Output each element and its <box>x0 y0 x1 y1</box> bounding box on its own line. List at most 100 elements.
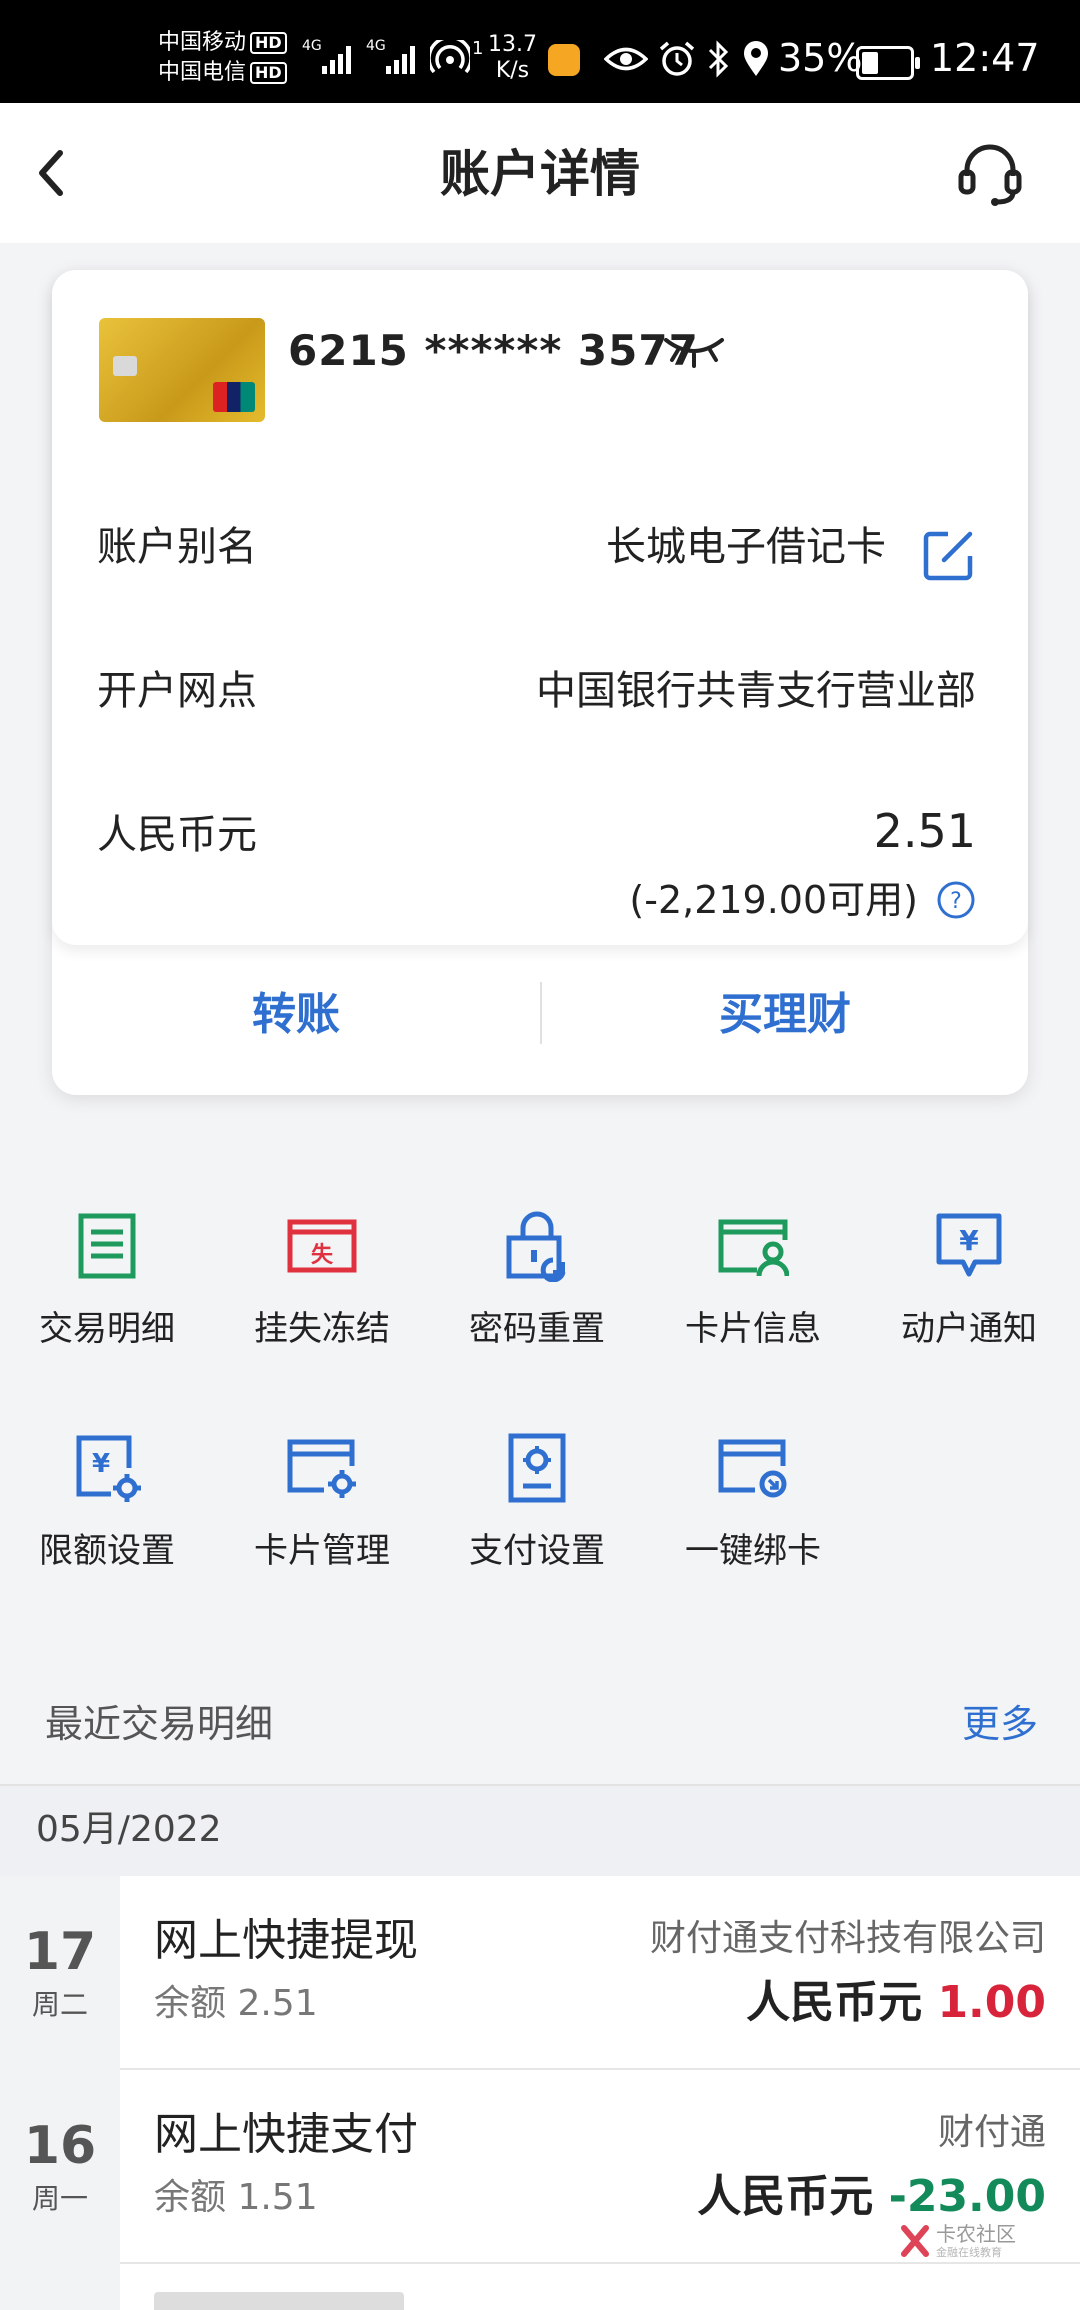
lock-reset-icon <box>506 1211 566 1282</box>
amount-value: 1.00 <box>937 1977 1046 2028</box>
service-password-reset[interactable]: 密码重置 <box>452 1210 622 1370</box>
bluetooth-icon <box>708 40 729 78</box>
yuan-notify-icon: ¥ <box>936 1213 1002 1277</box>
service-label: 卡片信息 <box>685 1309 821 1349</box>
currency-label: 人民币元 <box>97 812 257 858</box>
service-label: 卡片管理 <box>254 1531 390 1571</box>
service-label: 密码重置 <box>469 1309 605 1349</box>
amount-currency: 人民币元 <box>746 1977 923 2028</box>
signal-icon <box>386 38 422 74</box>
transaction-name: 网上快捷提现 <box>154 1915 418 1966</box>
service-account-notify[interactable]: ¥ 动户通知 <box>884 1210 1054 1370</box>
transaction-day: 16 <box>23 2116 97 2176</box>
svg-text:¥: ¥ <box>959 1224 979 1257</box>
battery-percent: 35% <box>778 36 863 80</box>
more-link[interactable]: 更多 <box>962 1700 1038 1748</box>
service-label: 限额设置 <box>39 1531 175 1571</box>
network-type-2: 4G <box>366 38 386 54</box>
account-info-panel: 6215 ****** 3577 账户别名 长城电子借记卡 开户网点 中国银行共… <box>52 270 1028 945</box>
watermark-subtext: 金融在线教育 <box>936 2246 1002 2259</box>
carrier-1: 中国移动 <box>158 30 247 55</box>
card-bind-icon <box>718 1439 787 1498</box>
hotspot-icon <box>430 40 470 74</box>
service-label: 一键绑卡 <box>685 1531 821 1571</box>
transaction-amount: 人民币元 -23.00 <box>697 2170 1046 2224</box>
transaction-counterparty: 财付通支付科技有限公司 <box>649 1918 1046 1959</box>
battery-icon <box>856 46 920 80</box>
buy-wealth-button[interactable]: 买理财 <box>542 960 1028 1070</box>
card-number: 6215 ****** 3577 <box>288 326 699 375</box>
hd-badge: HD <box>250 62 287 84</box>
card-chip <box>113 356 137 376</box>
transfer-button[interactable]: 转账 <box>52 960 540 1070</box>
service-transaction-details[interactable]: 交易明细 <box>22 1210 192 1370</box>
network-speed: 13.7 K/s <box>488 32 537 84</box>
eye-closed-icon[interactable] <box>662 332 726 368</box>
edit-icon[interactable] <box>922 528 976 582</box>
service-card-info[interactable]: 卡片信息 <box>668 1210 838 1370</box>
help-icon[interactable]: ? <box>936 880 976 920</box>
clock: 12:47 <box>930 36 1040 80</box>
customer-service-icon[interactable] <box>955 138 1025 208</box>
svg-text:失: 失 <box>311 1243 334 1268</box>
location-icon <box>744 41 768 76</box>
service-label: 交易明细 <box>39 1309 175 1349</box>
eye-comfort-icon <box>604 47 648 71</box>
hotspot-count: 1 <box>472 38 484 59</box>
transaction-row[interactable]: 17 周二 网上快捷提现 余额 2.51 财付通支付科技有限公司 人民币元 1.… <box>0 1876 1080 2070</box>
branch-label: 开户网点 <box>97 668 257 714</box>
transaction-name: 网上快捷支付 <box>154 2109 418 2160</box>
alarm-icon <box>659 41 695 76</box>
pay-settings-icon <box>508 1433 566 1503</box>
transaction-weekday: 周二 <box>31 1988 88 2021</box>
partial-transaction-row <box>154 2286 414 2310</box>
bank-card-image <box>99 318 265 422</box>
speed-value: 13.7 <box>488 32 537 57</box>
service-label: 动户通知 <box>901 1309 1037 1349</box>
status-bar: 中国移动 HD 中国电信 HD 4G 4G 1 13.7 K/s 35% 12:47 <box>0 0 1080 103</box>
list-icon <box>78 1213 136 1279</box>
service-label: 支付设置 <box>469 1531 605 1571</box>
speed-unit: K/s <box>495 58 530 83</box>
app-notification-icon <box>548 44 580 76</box>
alias-label: 账户别名 <box>97 524 257 570</box>
service-report-loss[interactable]: 失 挂失冻结 <box>237 1210 407 1370</box>
watermark-logo: 卡农社区 金融在线教育 <box>900 2218 1020 2268</box>
unionpay-logo <box>213 382 255 412</box>
watermark-text: 卡农社区 <box>936 2222 1016 2246</box>
signal-icon <box>322 38 358 74</box>
lost-card-icon: 失 <box>287 1219 357 1273</box>
card-gear-icon <box>287 1439 356 1498</box>
transaction-amount: 人民币元 1.00 <box>746 1976 1046 2030</box>
hd-badge: HD <box>250 32 287 54</box>
amount-currency: 人民币元 <box>697 2171 874 2222</box>
card-user-icon <box>718 1219 789 1277</box>
available-balance: (-2,219.00可用) <box>629 878 918 922</box>
watermark-icon <box>901 2225 929 2257</box>
service-payment-settings[interactable]: 支付设置 <box>452 1432 622 1592</box>
service-limit-settings[interactable]: ¥ 限额设置 <box>22 1432 192 1592</box>
svg-text:?: ? <box>950 889 962 914</box>
app-header: 账户详情 <box>0 103 1080 243</box>
balance-value: 2.51 <box>873 804 976 858</box>
service-label: 挂失冻结 <box>254 1309 390 1349</box>
carrier-2: 中国电信 <box>158 60 247 85</box>
service-card-management[interactable]: 卡片管理 <box>237 1432 407 1592</box>
transaction-balance: 余额 2.51 <box>154 1983 318 2024</box>
transaction-day: 17 <box>23 1922 97 1982</box>
branch-value: 中国银行共青支行营业部 <box>536 668 976 714</box>
network-type-1: 4G <box>302 38 322 54</box>
carrier-info: 中国移动 HD 中国电信 HD <box>158 28 287 88</box>
account-card: 6215 ****** 3577 账户别名 长城电子借记卡 开户网点 中国银行共… <box>52 270 1028 1095</box>
svg-text:¥: ¥ <box>92 1449 110 1479</box>
page-title: 账户详情 <box>440 145 640 203</box>
alias-value: 长城电子借记卡 <box>606 524 886 570</box>
recent-transactions-title: 最近交易明细 <box>45 1702 274 1746</box>
month-label: 05月/2022 <box>36 1809 222 1850</box>
transaction-balance: 余额 1.51 <box>154 2177 318 2218</box>
month-header: 05月/2022 <box>0 1784 1080 1878</box>
transaction-counterparty: 财付通 <box>937 2112 1046 2153</box>
amount-value: -23.00 <box>888 2171 1046 2222</box>
service-one-click-bind[interactable]: 一键绑卡 <box>668 1432 838 1592</box>
yuan-gear-icon: ¥ <box>76 1435 141 1502</box>
